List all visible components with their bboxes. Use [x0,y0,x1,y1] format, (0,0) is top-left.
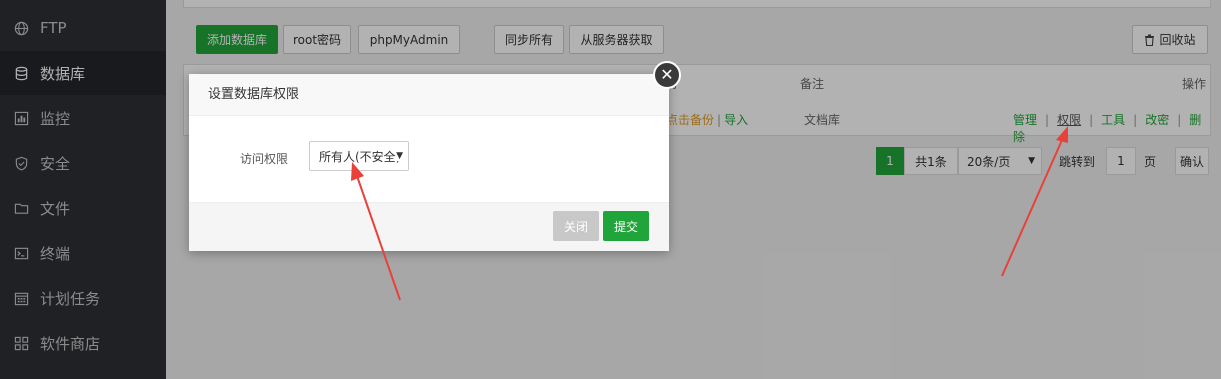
close-button[interactable]: 关闭 [553,211,599,241]
access-select-value: 所有人(不安全) [319,149,401,164]
caret-down-icon: ▼ [396,151,403,161]
access-label: 访问权限 [240,152,289,166]
close-icon[interactable]: ✕ [653,61,681,89]
permission-dialog: 设置数据库权限 访问权限 所有人(不安全) ▼ 关闭 提交 [189,74,669,251]
dialog-title: 设置数据库权限 [189,74,669,116]
dialog-footer: 关闭 提交 [189,202,669,251]
dialog-body: 访问权限 所有人(不安全) ▼ [189,116,669,202]
submit-button[interactable]: 提交 [603,211,649,241]
access-select[interactable]: 所有人(不安全) ▼ [309,141,409,171]
